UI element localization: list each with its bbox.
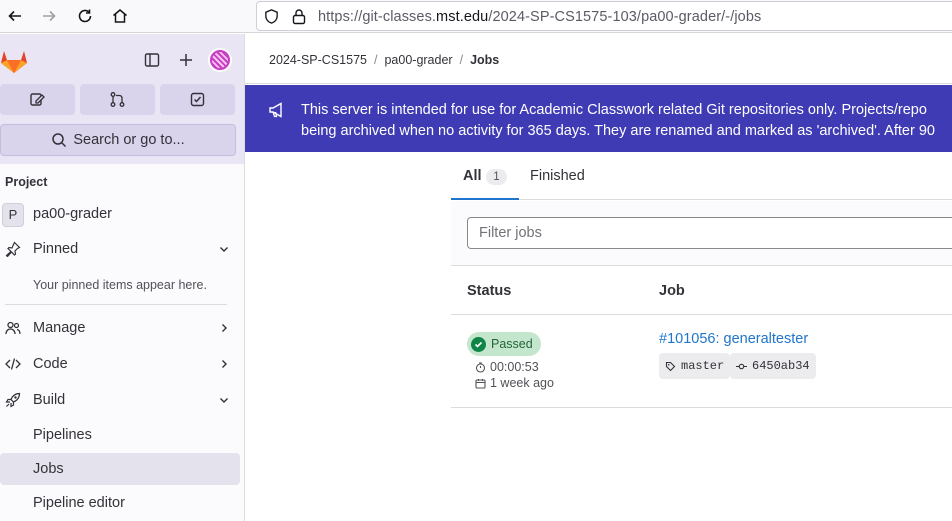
job-tabs: All 1 Finished: [451, 152, 952, 200]
home-icon[interactable]: [107, 4, 133, 28]
finished-value: 1 week ago: [490, 376, 554, 390]
divider: [5, 304, 227, 305]
plus-icon[interactable]: [175, 48, 197, 72]
job-link[interactable]: #101056: generaltester: [659, 331, 808, 347]
gitlab-logo-icon[interactable]: [0, 48, 28, 74]
search-icon: [52, 133, 67, 148]
collapse-sidebar-icon[interactable]: [141, 48, 163, 72]
project-avatar: P: [2, 203, 24, 227]
commit-badge[interactable]: 6450ab34: [730, 353, 816, 379]
breadcrumb-separator: /: [373, 53, 378, 67]
pinned-empty-text: Your pinned items appear here.: [33, 278, 207, 292]
sidebar-item-label: Jobs: [33, 461, 64, 477]
todo-button[interactable]: [160, 84, 235, 115]
breadcrumb-separator: /: [459, 53, 464, 67]
thumbtack-icon: [4, 241, 22, 257]
branch-icon: [665, 361, 676, 371]
timer-icon: [475, 361, 486, 373]
column-header-job: Job: [659, 283, 685, 299]
check-circle-icon: [471, 336, 486, 352]
status-badge[interactable]: Passed: [467, 332, 541, 356]
commit-sha: 6450ab34: [752, 359, 810, 373]
sidebar-item-label: Pipeline editor: [33, 495, 125, 511]
tab-count-badge: 1: [486, 169, 507, 185]
pinned-label: Pinned: [33, 241, 79, 257]
sidebar-subitem-jobs[interactable]: Jobs: [0, 453, 240, 485]
sidebar: Search or go to... Project P pa00-grader…: [0, 34, 245, 521]
project-link[interactable]: P pa00-grader: [0, 202, 240, 228]
ref-name: master: [681, 359, 725, 373]
forward-icon[interactable]: [36, 4, 62, 28]
breadcrumb-project[interactable]: pa00-grader: [384, 53, 452, 67]
rocket-icon: [4, 392, 22, 408]
filter-jobs-input[interactable]: [467, 217, 952, 249]
sidebar-subitem-pipeline-editor[interactable]: Pipeline editor: [0, 487, 240, 519]
section-label: Project: [5, 175, 48, 189]
url-text[interactable]: https://git-classes.mst.edu/2024-SP-CS15…: [318, 9, 761, 25]
sidebar-item-manage[interactable]: Manage: [0, 312, 240, 344]
job-duration: 00:00:53: [475, 360, 539, 374]
broadcast-banner: This server is intended for use for Acad…: [245, 85, 952, 152]
code-icon: [4, 356, 22, 372]
chevron-right-icon: [222, 324, 227, 332]
issues-icon: [30, 93, 45, 106]
sidebar-subitem-pipelines[interactable]: Pipelines: [0, 419, 240, 451]
tab-all[interactable]: All 1: [451, 152, 519, 200]
chevron-down-icon: [220, 247, 228, 252]
issues-button[interactable]: [0, 84, 75, 115]
breadcrumb-current[interactable]: Jobs: [470, 53, 499, 67]
banner-line-1: This server is intended for use for Acad…: [301, 102, 927, 118]
lock-icon[interactable]: [291, 8, 307, 25]
todo-icon: [190, 92, 205, 107]
breadcrumb-group[interactable]: 2024-SP-CS1575: [269, 53, 367, 67]
reload-icon[interactable]: [72, 4, 98, 28]
jobs-table-header: Status Job: [451, 267, 952, 315]
bullhorn-icon: [269, 102, 282, 118]
ref-badge[interactable]: master: [659, 353, 731, 379]
avatar[interactable]: [208, 48, 232, 72]
banner-line-2: being archived when no activity for 365 …: [301, 123, 935, 139]
duration-value: 00:00:53: [490, 360, 539, 374]
sidebar-item-label: Pipelines: [33, 427, 92, 443]
commit-icon: [736, 363, 747, 369]
sidebar-item-code[interactable]: Code: [0, 348, 240, 380]
project-name: pa00-grader: [33, 206, 112, 222]
sidebar-item-label: Build: [33, 392, 66, 408]
tab-finished[interactable]: Finished: [530, 152, 600, 200]
back-icon[interactable]: [2, 4, 28, 28]
job-finished-time: 1 week ago: [475, 376, 554, 390]
chevron-down-icon: [220, 398, 228, 403]
address-bar[interactable]: https://git-classes.mst.edu/2024-SP-CS15…: [256, 1, 952, 31]
status-label: Passed: [491, 337, 533, 351]
sidebar-item-build[interactable]: Build: [0, 384, 240, 416]
shield-icon[interactable]: [263, 8, 280, 25]
breadcrumb: 2024-SP-CS1575 / pa00-grader / Jobs: [269, 53, 499, 67]
banner-message: This server is intended for use for Acad…: [301, 100, 952, 142]
sidebar-item-label: Code: [33, 356, 68, 372]
tab-label: All: [463, 168, 482, 184]
top-bar: 2024-SP-CS1575 / pa00-grader / Jobs: [245, 34, 952, 84]
column-header-status: Status: [467, 283, 512, 299]
search-button[interactable]: Search or go to...: [0, 124, 236, 156]
search-label: Search or go to...: [73, 132, 185, 148]
sidebar-item-label: Manage: [33, 320, 86, 336]
merge-requests-button[interactable]: [80, 84, 155, 115]
filter-bar: [451, 201, 952, 266]
calendar-icon: [475, 378, 486, 389]
sidebar-header: Search or go to...: [0, 34, 244, 164]
table-row: Passed 00:00:53 1 week ago #101056: gene…: [451, 316, 952, 408]
users-icon: [4, 320, 22, 336]
browser-toolbar: https://git-classes.mst.edu/2024-SP-CS15…: [0, 0, 952, 33]
chevron-right-icon: [222, 360, 227, 368]
pinned-toggle[interactable]: Pinned: [0, 233, 240, 265]
merge-request-icon: [110, 92, 125, 107]
tab-label: Finished: [530, 168, 585, 184]
